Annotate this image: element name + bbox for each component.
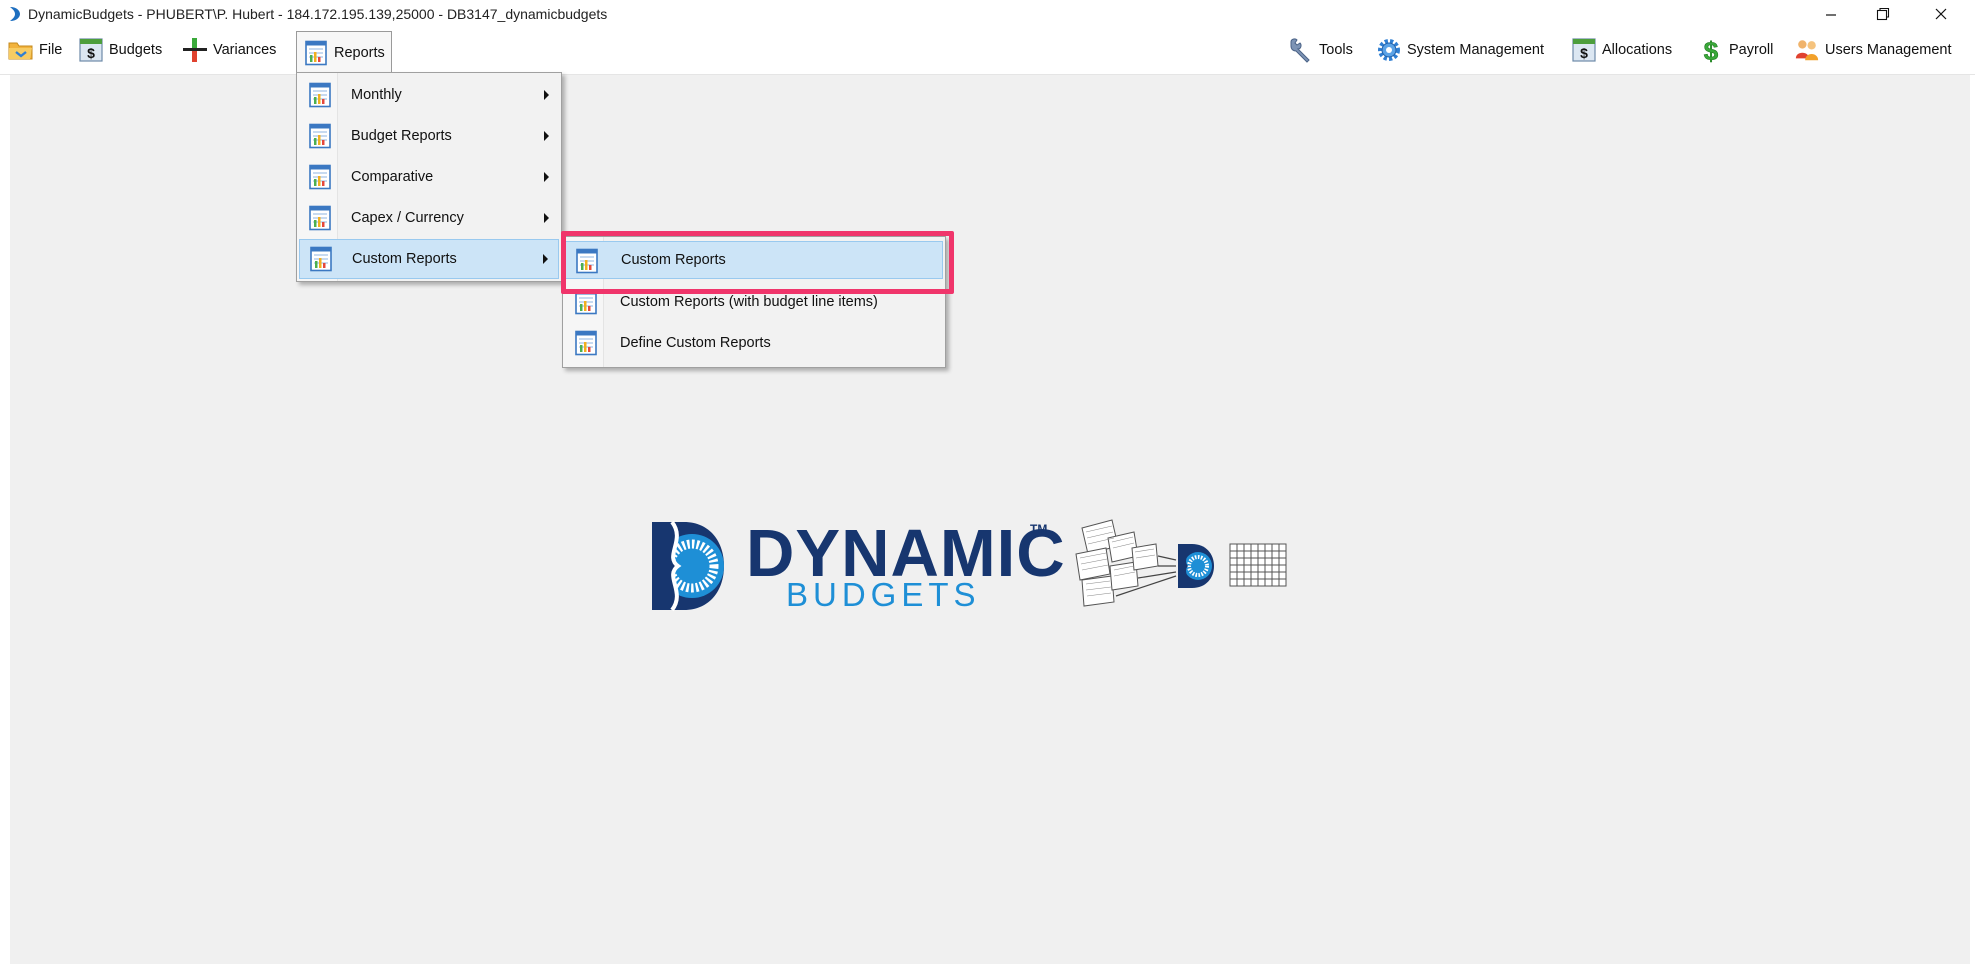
logo-swirl-icon bbox=[652, 520, 724, 612]
menu-item-label: Comparative bbox=[351, 169, 434, 185]
reports-menu: Monthly Budget Reports Comparative Capex… bbox=[296, 72, 562, 282]
submenu-arrow-icon bbox=[543, 254, 548, 264]
gear-icon bbox=[1376, 37, 1402, 63]
submenu-item-define-custom-reports[interactable]: Define Custom Reports bbox=[565, 324, 943, 362]
logo-subtitle: BUDGETS bbox=[786, 576, 981, 613]
menu-users-management[interactable]: Users Management bbox=[1794, 32, 1952, 68]
highlight-annotation bbox=[561, 231, 954, 294]
wrench-icon bbox=[1288, 37, 1314, 63]
menu-bar: File Budgets Variances Reports Tools Sys… bbox=[0, 28, 1975, 75]
restore-button[interactable] bbox=[1860, 0, 1906, 28]
menu-allocations[interactable]: Allocations bbox=[1571, 32, 1672, 68]
menu-users-management-label: Users Management bbox=[1825, 42, 1952, 58]
menu-item-label: Budget Reports bbox=[351, 128, 452, 144]
report-icon bbox=[303, 40, 329, 66]
dynamic-budgets-logo: DYNAMIC TM BUDGETS bbox=[648, 512, 1298, 618]
menu-item-capex-currency[interactable]: Capex / Currency bbox=[299, 199, 559, 237]
menu-payroll[interactable]: $ Payroll bbox=[1698, 32, 1773, 68]
menu-item-budget-reports[interactable]: Budget Reports bbox=[299, 117, 559, 155]
menu-budgets[interactable]: Budgets bbox=[78, 32, 162, 68]
minimize-button[interactable] bbox=[1808, 0, 1854, 28]
close-icon bbox=[1935, 8, 1947, 20]
payroll-dollar-icon: $ bbox=[1698, 37, 1724, 63]
menu-budgets-label: Budgets bbox=[109, 42, 163, 58]
menu-file-label: File bbox=[39, 42, 63, 58]
minimize-icon bbox=[1826, 14, 1836, 16]
report-icon bbox=[308, 246, 334, 272]
menu-tools[interactable]: Tools bbox=[1288, 32, 1353, 68]
report-icon bbox=[307, 82, 333, 108]
report-icon bbox=[307, 123, 333, 149]
menu-item-label: Monthly bbox=[351, 87, 402, 103]
menu-item-monthly[interactable]: Monthly bbox=[299, 76, 559, 114]
menu-reports-label: Reports bbox=[334, 44, 385, 61]
svg-text:$: $ bbox=[1704, 37, 1719, 63]
menu-system-management[interactable]: System Management bbox=[1376, 32, 1544, 68]
variance-icon bbox=[182, 37, 208, 63]
menu-file[interactable]: File bbox=[8, 32, 62, 68]
menu-item-comparative[interactable]: Comparative bbox=[299, 158, 559, 196]
dollar-icon bbox=[78, 37, 104, 63]
window-title: DynamicBudgets - PHUBERT\P. Hubert - 184… bbox=[28, 6, 608, 22]
submenu-item-label: Define Custom Reports bbox=[620, 335, 771, 351]
report-icon bbox=[573, 330, 599, 356]
submenu-arrow-icon bbox=[544, 90, 549, 100]
logo-trademark: TM bbox=[1030, 522, 1048, 536]
menu-system-management-label: System Management bbox=[1407, 42, 1545, 58]
menu-variances[interactable]: Variances bbox=[182, 32, 276, 68]
menu-item-label: Custom Reports bbox=[352, 251, 457, 267]
menu-item-label: Capex / Currency bbox=[351, 210, 464, 226]
menu-payroll-label: Payroll bbox=[1729, 42, 1774, 58]
close-button[interactable] bbox=[1918, 0, 1964, 28]
submenu-arrow-icon bbox=[544, 172, 549, 182]
folder-icon bbox=[8, 37, 34, 63]
menu-reports[interactable]: Reports bbox=[296, 31, 392, 73]
dollar-icon bbox=[1571, 37, 1597, 63]
report-icon bbox=[307, 205, 333, 231]
users-icon bbox=[1794, 37, 1820, 63]
menu-variances-label: Variances bbox=[213, 42, 277, 58]
menu-allocations-label: Allocations bbox=[1602, 42, 1673, 58]
submenu-arrow-icon bbox=[544, 131, 549, 141]
restore-icon bbox=[1876, 7, 1890, 21]
submenu-arrow-icon bbox=[544, 213, 549, 223]
report-icon bbox=[307, 164, 333, 190]
documents-to-spreadsheet-graphic bbox=[1075, 519, 1287, 607]
menu-item-custom-reports[interactable]: Custom Reports bbox=[299, 239, 559, 279]
menu-tools-label: Tools bbox=[1319, 42, 1353, 58]
title-bar: DynamicBudgets - PHUBERT\P. Hubert - 184… bbox=[0, 0, 1975, 28]
app-logo-icon bbox=[10, 7, 20, 21]
submenu-item-label: Custom Reports (with budget line items) bbox=[620, 294, 878, 310]
